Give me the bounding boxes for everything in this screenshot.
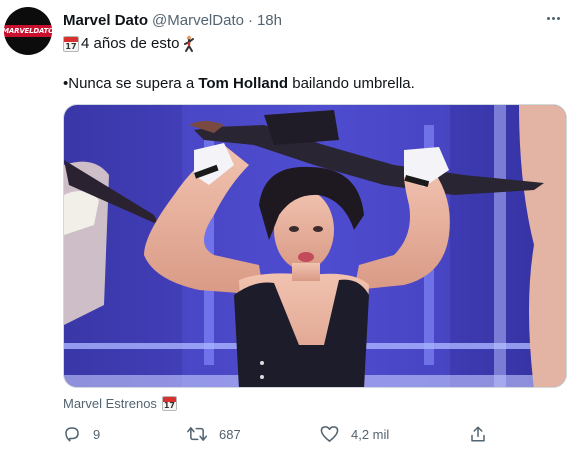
avatar-logo-text: MARVEL [4, 27, 34, 35]
heart-icon [320, 426, 339, 442]
avatar-logo-text-2: DATO [33, 27, 52, 35]
author-display-name[interactable]: Marvel Dato [63, 12, 148, 29]
retweet-count: 687 [219, 426, 241, 442]
avatar[interactable]: MARVELDATO [4, 7, 52, 55]
tweet-timestamp[interactable]: 18h [257, 12, 282, 29]
share-button[interactable] [469, 423, 487, 445]
more-options-icon[interactable] [543, 10, 563, 26]
media-caption-text[interactable]: Marvel Estrenos [63, 396, 157, 411]
avatar-logo: MARVELDATO [4, 25, 52, 37]
media-caption[interactable]: Marvel Estrenos 17 [63, 396, 179, 411]
tweet-text-line-2: •Nunca se supera a Tom Holland bailando … [63, 74, 415, 94]
tweet-actions: 9 687 4,2 mil [63, 423, 523, 445]
header-separator: · [247, 11, 253, 29]
calendar-icon-caption: 17 [161, 396, 177, 411]
retweet-button[interactable]: 687 [187, 423, 241, 445]
tweet-text-line-1: 17 4 años de esto [63, 34, 196, 54]
share-icon [471, 426, 485, 442]
like-count: 4,2 mil [351, 426, 390, 442]
reply-count: 9 [93, 426, 101, 442]
tweet-text-1: 4 años de esto [81, 35, 180, 52]
video-still-icon [64, 105, 566, 387]
reply-button[interactable]: 9 [63, 423, 100, 445]
dancer-icon [184, 35, 195, 52]
tweet[interactable]: MARVELDATO Marvel Dato @MarvelDato · 18h… [0, 0, 577, 453]
tweet-text-2a: •Nunca se supera a [63, 75, 199, 92]
tweet-text-bold-name: Tom Holland [198, 75, 289, 92]
like-button[interactable]: 4,2 mil [320, 423, 389, 445]
calendar-icon: 17 [63, 36, 79, 52]
author-handle[interactable]: @MarvelDato [152, 12, 244, 29]
tweet-media[interactable] [63, 104, 567, 388]
tweet-text-2b: bailando umbrella. [288, 75, 415, 92]
reply-icon [65, 427, 79, 442]
retweet-icon [187, 427, 207, 441]
tweet-header: Marvel Dato @MarvelDato · 18h [63, 10, 282, 30]
